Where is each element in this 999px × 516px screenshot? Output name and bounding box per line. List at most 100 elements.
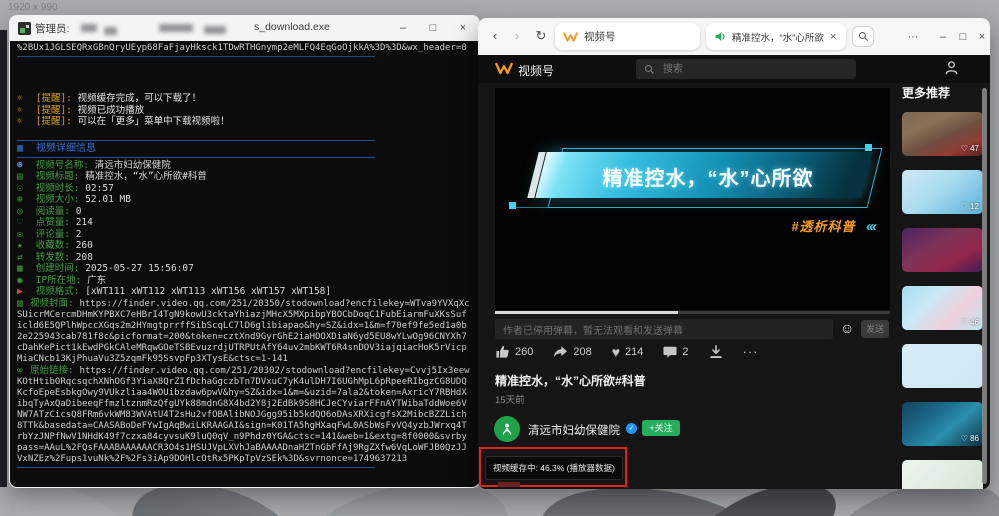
video-detail-row: ◉ IP所在地: 广东 (17, 275, 472, 287)
background-window-edge (0, 30, 7, 487)
thumbnail-like-count: ♡ 12 (961, 202, 979, 211)
terminal-url-fragment: %2BUx1JGLSEQRxGBnQryUEyp68FaFjayHksck1TD… (17, 43, 472, 54)
maximize-button[interactable]: □ (421, 20, 445, 37)
divider (17, 157, 375, 158)
thumbnail-like-count: ♡ 86 (961, 434, 979, 443)
tab-close-icon[interactable]: × (830, 31, 836, 43)
video-detail-row: ▦ 创建时间: 2025-05-27 15:56:07 (17, 263, 472, 275)
redacted-text (104, 27, 117, 35)
tab-channels-home[interactable]: 视频号 (555, 23, 700, 50)
maximize-button[interactable]: □ (954, 28, 972, 46)
more-menu-button[interactable]: ··· (904, 28, 922, 46)
bulb-icon: ☼ (17, 116, 30, 128)
close-button[interactable]: × (451, 20, 475, 37)
close-button[interactable]: × (973, 28, 990, 46)
detail-label: 点赞量: (36, 217, 76, 228)
terminal-titlebar[interactable]: 管理员: s_download.exe – □ × (9, 15, 480, 41)
channels-logo-icon (563, 31, 578, 43)
desktop: 1920 x 990 管理员: s_download.exe – □ × %2B… (0, 0, 999, 516)
divider (17, 56, 375, 57)
recommended-video-thumbnail[interactable]: ♡ 12 (902, 170, 983, 214)
send-button[interactable]: 发送 (861, 320, 889, 338)
recommended-video-thumbnail[interactable]: ♡ 47 (902, 112, 983, 156)
video-detail-row: ⊕ 视频大小: 52.01 MB (17, 194, 472, 206)
cover-url-line: ▧视频封面: https://finder.video.qq.com/251/2… (17, 298, 472, 365)
tab-search-button[interactable] (852, 26, 874, 47)
banner-corner-square (865, 144, 872, 151)
banner-hashtag: #透析科普 (791, 219, 855, 234)
channels-logo-icon (495, 61, 513, 76)
comment-bubble-icon (663, 345, 677, 359)
annotation-highlight-box (479, 447, 627, 487)
recommendations-list: ♡ 47 ♡ 12 ♡ 46 ♡ 86 (902, 112, 983, 489)
channels-search-box[interactable] (636, 59, 856, 79)
follow-button[interactable]: +关注 (642, 420, 680, 436)
video-title: 精准控水，“水”心所欲#科普 (495, 372, 646, 389)
recommended-video-thumbnail[interactable] (902, 460, 983, 489)
browser-window: ‹ › ↻ 视频号 精准控水，“水”心所欲#科普 × (478, 18, 990, 489)
search-icon (644, 64, 655, 75)
detail-icon: ⊕ (17, 194, 30, 206)
refresh-button[interactable]: ↻ (532, 27, 550, 45)
detail-value: 精准控水，“水”心所欲#科普 (85, 171, 207, 182)
detail-value: 清远市妇幼保健院 (95, 160, 171, 171)
detail-label: 视频格式: (36, 286, 85, 297)
heart-count: 214 (625, 346, 643, 358)
terminal-window: 管理员: s_download.exe – □ × %2BUx1JGLSEQRx… (9, 15, 480, 488)
profile-icon[interactable] (944, 60, 959, 75)
minimize-button[interactable]: – (391, 20, 415, 37)
reminder-label: [提醒]: (36, 116, 72, 127)
heart-icon: ♥ (612, 345, 620, 359)
detail-icon: ★ (17, 240, 30, 252)
detail-icon: ◉ (17, 275, 30, 287)
detail-label: 收藏数: (36, 240, 76, 251)
cover-label: 视频封面: (30, 298, 79, 309)
video-detail-row: ⇄ 转发数: 208 (17, 252, 472, 264)
forward-button[interactable]: › (508, 27, 526, 45)
back-button[interactable]: ‹ (486, 27, 504, 45)
detail-label: 视频号名称: (36, 160, 89, 171)
heart-action[interactable]: ♥ 214 (612, 345, 644, 359)
download-icon (709, 345, 723, 359)
recommended-video-thumbnail[interactable] (902, 344, 983, 388)
search-icon (858, 31, 869, 42)
download-action[interactable] (709, 345, 723, 359)
video-detail-row: ☉ 视频时长: 02:57 (17, 183, 472, 195)
account-name[interactable]: 清远市妇幼保健院 (528, 422, 620, 438)
comment-action[interactable]: 2 (663, 345, 688, 359)
recommended-video-thumbnail[interactable] (902, 228, 983, 272)
video-progress-bar[interactable] (495, 311, 890, 314)
source-link-label: 原始链接: (30, 365, 79, 376)
detail-icon: ⇄ (17, 252, 30, 264)
image-icon: ▧ (17, 298, 30, 309)
video-player[interactable]: 精准控水，“水”心所欲 #透析科普 ‹‹‹ (495, 88, 890, 310)
minimize-button[interactable]: – (934, 28, 952, 46)
reminder-text: 视频已成功播放 (78, 105, 145, 116)
detail-value: 0 (76, 206, 82, 217)
divider (17, 467, 375, 468)
detail-value: [xWT111 xWT112 xWT113 xWT156 xWT157 xWT1… (85, 286, 331, 297)
terminal-title-admin: 管理员: (35, 21, 69, 36)
hospital-logo-icon (500, 422, 514, 436)
bulb-icon: ☼ (17, 93, 30, 105)
share-action[interactable]: 208 (553, 345, 591, 359)
reminder-text: 视频缓存完成，可以下载了！ (78, 93, 202, 104)
search-input[interactable] (661, 63, 825, 76)
danmaku-input[interactable]: 作者已停用弹幕，暂无法观看和发送弹幕 (495, 319, 833, 339)
reminder-label: [提醒]: (36, 105, 72, 116)
divider (17, 140, 375, 141)
terminal-title-exe: s_download.exe (254, 21, 330, 33)
like-action[interactable]: 260 (495, 344, 533, 359)
tab-video-page[interactable]: 精准控水，“水”心所欲#科普 × (706, 23, 846, 50)
detail-icon: ▤ (17, 171, 30, 183)
recommended-video-thumbnail[interactable]: ♡ 86 (902, 402, 983, 446)
more-action[interactable]: ··· (743, 344, 759, 359)
terminal-output[interactable]: %2BUx1JGLSEQRxGBnQryUEyp68FaFjayHksck1TD… (10, 41, 479, 487)
verified-badge-icon: ✓ (626, 423, 637, 434)
screen-resolution-label: 1920 x 990 (8, 2, 58, 13)
detail-value: 214 (76, 217, 93, 228)
account-avatar[interactable] (494, 416, 520, 442)
emoji-button[interactable]: ☺ (840, 320, 854, 336)
recommended-video-thumbnail[interactable]: ♡ 46 (902, 286, 983, 330)
sidebar-scrollbar[interactable] (982, 88, 987, 484)
